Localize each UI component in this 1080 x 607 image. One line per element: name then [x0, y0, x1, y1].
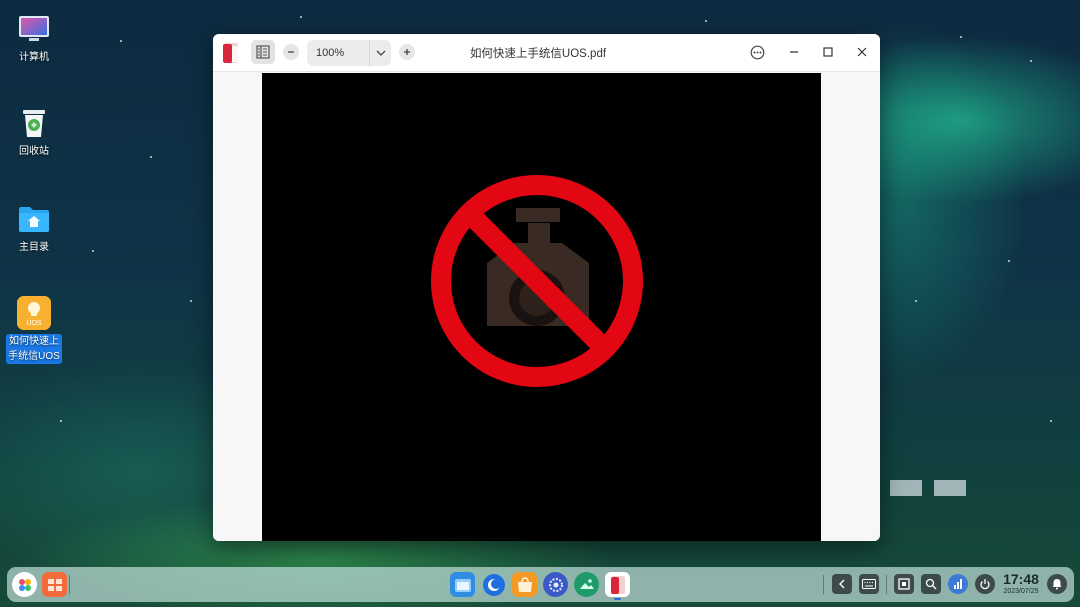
document-viewer-icon [610, 575, 625, 594]
desktop-icon-uos-guide[interactable]: UOS 如何快速上手统信UOS [6, 296, 62, 364]
maximize-icon [823, 47, 833, 57]
desktop-icon-trash[interactable]: 回收站 [6, 106, 62, 159]
home-folder-icon [17, 202, 51, 236]
taskbar: 17:48 2023/07/25 [7, 567, 1074, 602]
plus-icon [404, 49, 410, 55]
main-menu-button[interactable] [749, 44, 765, 60]
pdf-page [262, 73, 821, 541]
keyboard-icon [862, 579, 876, 589]
zoom-out-button[interactable] [283, 44, 299, 60]
blurred-widget [890, 480, 922, 496]
zoom-value: 100% [316, 47, 345, 59]
notification-center-button[interactable] [1047, 574, 1067, 594]
trash-icon [17, 106, 51, 140]
chevron-left-icon [839, 579, 845, 589]
tray-search-button[interactable] [921, 574, 941, 594]
tray-network-button[interactable] [948, 574, 968, 594]
maximize-button[interactable] [817, 41, 839, 63]
zoom-dropdown-button[interactable] [369, 40, 391, 66]
chevron-down-icon [376, 50, 385, 56]
dock-app-photos[interactable] [574, 572, 599, 597]
launcher-icon [18, 578, 31, 591]
launcher-button[interactable] [12, 572, 37, 597]
search-icon [925, 578, 937, 590]
document-viewer-icon [221, 42, 241, 64]
close-icon [857, 47, 867, 57]
desktop-icon-label: 如何快速上手统信UOS [6, 334, 62, 364]
running-indicator [614, 598, 621, 600]
network-icon [954, 579, 962, 589]
blurred-widget [934, 480, 966, 496]
desktop-icon-computer[interactable]: 计算机 [6, 12, 62, 65]
zoom-select[interactable]: 100% [307, 40, 391, 66]
desktop-icon-label: 回收站 [19, 146, 49, 157]
power-icon [980, 579, 990, 590]
app-store-icon [517, 576, 532, 592]
desktop-icon-label: 计算机 [19, 52, 49, 63]
minimize-icon [790, 51, 798, 53]
dock-app-file-manager[interactable] [450, 572, 475, 597]
thumbnails-icon [256, 45, 270, 59]
tray-screenshot-button[interactable] [894, 574, 914, 594]
document-viewer-window: 100% 如何快速上手统信UOS.pdf [213, 34, 880, 541]
clock-date: 2023/07/25 [1003, 588, 1039, 595]
dock-app-document-viewer[interactable] [605, 572, 630, 600]
titlebar: 100% 如何快速上手统信UOS.pdf [213, 34, 880, 72]
dock-app-browser[interactable] [481, 572, 506, 597]
multitask-icon [47, 578, 62, 591]
desktop-icon-home[interactable]: 主目录 [6, 202, 62, 255]
browser-icon [482, 573, 505, 596]
more-icon [750, 45, 764, 59]
uos-badge-text: UOS [26, 320, 42, 327]
multitask-view-button[interactable] [42, 572, 67, 597]
tray-power-button[interactable] [975, 574, 995, 594]
window-title: 如何快速上手统信UOS.pdf [469, 48, 607, 60]
file-manager-icon [454, 578, 471, 592]
settings-gear-icon [548, 577, 563, 592]
dock-separator [823, 575, 824, 594]
desktop-icon-label: 主目录 [19, 242, 49, 253]
lightbulb-icon: UOS [17, 296, 51, 330]
screenshot-icon [898, 578, 910, 590]
tray-keyboard-button[interactable] [859, 574, 879, 594]
no-camera-icon [431, 175, 643, 387]
dock-separator [69, 575, 70, 594]
thumbnails-button[interactable] [251, 40, 275, 64]
dock-separator [886, 575, 887, 594]
dock-app-store[interactable] [512, 572, 537, 597]
document-area[interactable] [213, 73, 880, 541]
bell-icon [1052, 579, 1062, 590]
tray-collapse-button[interactable] [832, 574, 852, 594]
clock-time: 17:48 [1003, 571, 1039, 587]
minimize-button[interactable] [783, 41, 805, 63]
dock-app-settings[interactable] [543, 572, 568, 597]
minus-icon [288, 51, 294, 53]
photos-icon [579, 578, 594, 589]
taskbar-clock[interactable]: 17:48 2023/07/25 [1000, 571, 1042, 596]
close-button[interactable] [851, 41, 873, 63]
computer-icon [17, 12, 51, 46]
